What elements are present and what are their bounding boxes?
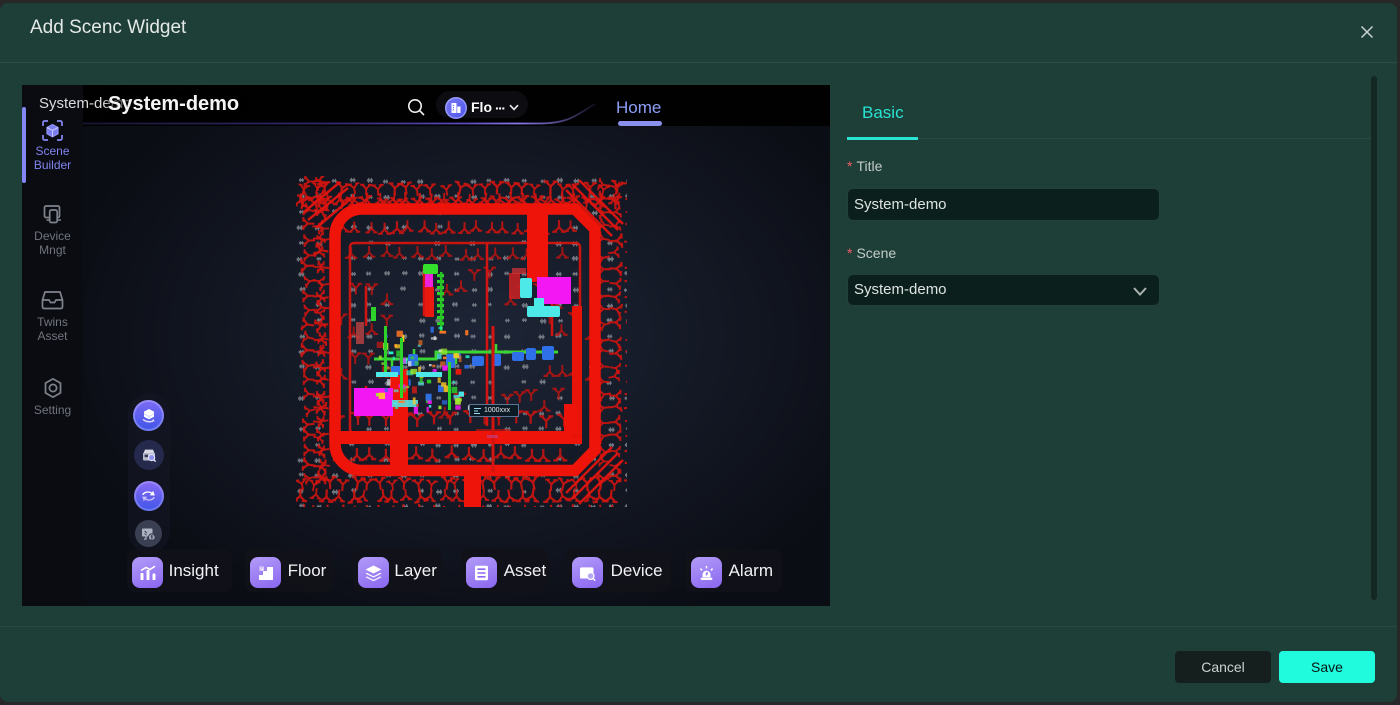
svg-text:F: F	[260, 566, 263, 571]
